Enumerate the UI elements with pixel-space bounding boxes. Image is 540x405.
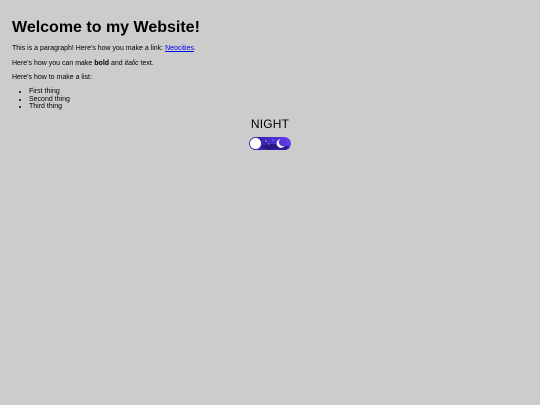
paragraph-formatting: Here's how you can make bold and italic … — [12, 59, 154, 68]
neocities-link[interactable]: Neocities — [165, 45, 194, 52]
list-item: Second thing — [29, 96, 70, 104]
star-icon — [272, 139, 274, 141]
italic-text: italic — [124, 60, 139, 67]
paragraph-formatting-text: Here's how you can make — [12, 60, 95, 67]
page-title: Welcome to my Website! — [12, 19, 200, 36]
paragraph-link: This is a paragraph! Here's how you make… — [12, 44, 196, 53]
paragraph-list-intro: Here's how to make a list: — [12, 74, 92, 81]
star-icon — [265, 140, 267, 142]
list-item: Third thing — [29, 103, 70, 111]
star-icon — [268, 143, 270, 145]
toggle-knob — [249, 137, 262, 150]
paragraph-formatting-end: text. — [138, 60, 154, 67]
bold-text: bold — [94, 60, 110, 67]
paragraph-formatting-middle: and — [109, 60, 125, 67]
list-item: First thing — [29, 88, 70, 96]
paragraph-link-end: . — [193, 45, 196, 52]
bullet-list: First thing Second thing Third thing — [12, 88, 70, 111]
night-mode-toggle[interactable] — [249, 137, 291, 150]
night-sky-track — [249, 137, 291, 150]
theme-mode-label: NIGHT — [250, 117, 290, 131]
paragraph-link-text: This is a paragraph! Here's how you make… — [12, 45, 166, 52]
page: Welcome to my Website! This is a paragra… — [0, 0, 540, 405]
